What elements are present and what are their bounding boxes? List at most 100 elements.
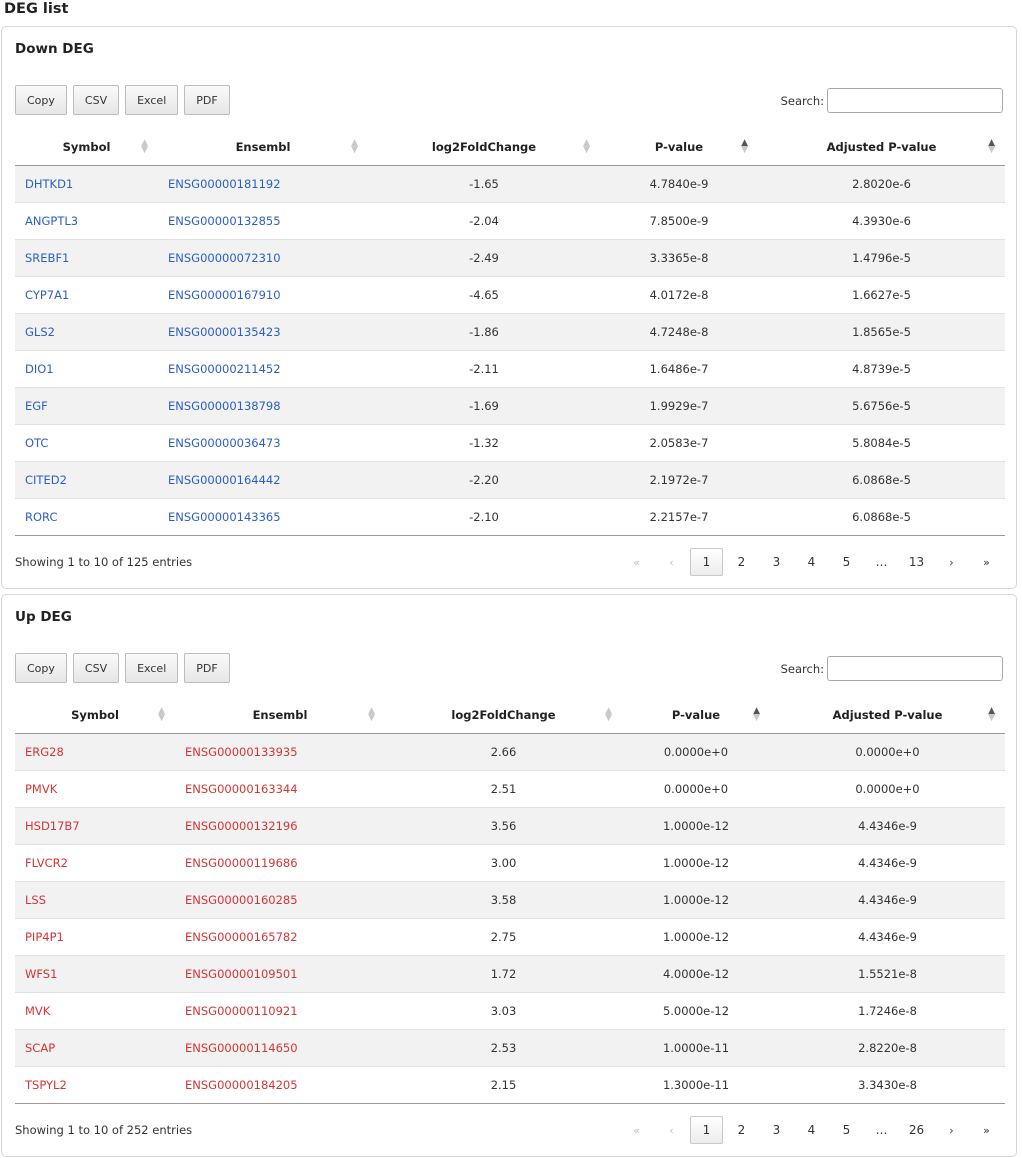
down-deg-panel: Down DEG Copy CSV Excel PDF Search: Symb…: [1, 26, 1017, 589]
cell-log2foldchange: 3.00: [385, 844, 622, 882]
export-buttons: Copy CSV Excel PDF: [15, 85, 230, 115]
header-adjusted-pvalue[interactable]: Adjusted P-value ▲ ▼: [758, 129, 1005, 166]
cell-ensembl[interactable]: ENSG00000110921: [175, 992, 385, 1030]
copy-button[interactable]: Copy: [15, 653, 67, 683]
cell-symbol[interactable]: PIP4P1: [15, 918, 175, 956]
cell-ensembl[interactable]: ENSG00000211452: [158, 350, 368, 388]
cell-log2foldchange: -1.69: [368, 387, 600, 425]
sort-asc-icon: ▲ ▼: [741, 138, 748, 155]
next-page-button[interactable]: ›: [935, 1116, 968, 1144]
cell-ensembl[interactable]: ENSG00000164442: [158, 461, 368, 499]
cell-ensembl[interactable]: ENSG00000160285: [175, 881, 385, 919]
header-adjusted-pvalue[interactable]: Adjusted P-value ▲ ▼: [770, 697, 1005, 734]
cell-ensembl[interactable]: ENSG00000138798: [158, 387, 368, 425]
search-input[interactable]: [827, 656, 1003, 681]
current-page-button[interactable]: 1: [690, 1116, 723, 1144]
last-page-button[interactable]: »: [970, 1116, 1003, 1144]
cell-ensembl[interactable]: ENSG00000135423: [158, 313, 368, 351]
csv-button[interactable]: CSV: [72, 85, 120, 115]
cell-symbol[interactable]: OTC: [15, 424, 158, 462]
page-button[interactable]: 26: [900, 1116, 933, 1144]
header-ensembl[interactable]: Ensembl ▲ ▼: [158, 129, 368, 166]
cell-ensembl[interactable]: ENSG00000163344: [175, 770, 385, 808]
cell-ensembl[interactable]: ENSG00000184205: [175, 1066, 385, 1104]
table-row: DHTKD1 ENSG00000181192 -1.65 4.7840e-9 2.802…: [15, 165, 1005, 203]
first-page-button[interactable]: «: [620, 1116, 653, 1144]
sort-asc-icon: ▲ ▼: [753, 706, 760, 723]
cell-symbol[interactable]: ERG28: [15, 733, 175, 771]
sort-icon: ▲ ▼: [158, 706, 165, 723]
cell-symbol[interactable]: DHTKD1: [15, 165, 158, 203]
search-input[interactable]: [827, 88, 1003, 113]
page-button[interactable]: 3: [760, 1116, 793, 1144]
cell-ensembl[interactable]: ENSG00000132855: [158, 202, 368, 240]
pdf-button[interactable]: PDF: [184, 85, 230, 115]
table-row: DIO1 ENSG00000211452 -2.11 1.6486e-7 4.8739e…: [15, 350, 1005, 388]
page-button[interactable]: 2: [725, 1116, 758, 1144]
header-pvalue[interactable]: P-value ▲ ▼: [600, 129, 758, 166]
cell-log2foldchange: -1.65: [368, 165, 600, 203]
excel-button[interactable]: Excel: [125, 653, 179, 683]
page-button[interactable]: 4: [795, 548, 828, 576]
cell-pvalue: 1.0000e-11: [622, 1029, 770, 1067]
first-page-button[interactable]: «: [620, 548, 653, 576]
cell-symbol[interactable]: LSS: [15, 881, 175, 919]
cell-symbol[interactable]: GLS2: [15, 313, 158, 351]
cell-symbol[interactable]: MVK: [15, 992, 175, 1030]
cell-ensembl[interactable]: ENSG00000133935: [175, 733, 385, 771]
cell-ensembl[interactable]: ENSG00000167910: [158, 276, 368, 314]
cell-ensembl[interactable]: ENSG00000036473: [158, 424, 368, 462]
pdf-button[interactable]: PDF: [184, 653, 230, 683]
sort-icon: ▲ ▼: [605, 706, 612, 723]
cell-symbol[interactable]: ANGPTL3: [15, 202, 158, 240]
previous-page-button[interactable]: ‹: [655, 548, 688, 576]
next-page-button[interactable]: ›: [935, 548, 968, 576]
cell-ensembl[interactable]: ENSG00000072310: [158, 239, 368, 277]
header-log2foldchange[interactable]: log2FoldChange ▲ ▼: [368, 129, 600, 166]
cell-adjusted-pvalue: 4.8739e-5: [758, 350, 1005, 388]
cell-symbol[interactable]: DIO1: [15, 350, 158, 388]
cell-ensembl[interactable]: ENSG00000109501: [175, 955, 385, 993]
cell-symbol[interactable]: PMVK: [15, 770, 175, 808]
cell-adjusted-pvalue: 5.6756e-5: [758, 387, 1005, 425]
cell-symbol[interactable]: FLVCR2: [15, 844, 175, 882]
cell-ensembl[interactable]: ENSG00000132196: [175, 807, 385, 845]
page-button[interactable]: 5: [830, 1116, 863, 1144]
page-button[interactable]: 3: [760, 548, 793, 576]
table-row: HSD17B7 ENSG00000132196 3.56 1.0000e-12 4.43…: [15, 807, 1005, 845]
cell-symbol[interactable]: WFS1: [15, 955, 175, 993]
cell-log2foldchange: -2.11: [368, 350, 600, 388]
cell-pvalue: 1.6486e-7: [600, 350, 758, 388]
cell-symbol[interactable]: EGF: [15, 387, 158, 425]
cell-ensembl[interactable]: ENSG00000143365: [158, 498, 368, 536]
cell-log2foldchange: 1.72: [385, 955, 622, 993]
previous-page-button[interactable]: ‹: [655, 1116, 688, 1144]
header-symbol[interactable]: Symbol ▲ ▼: [15, 129, 158, 166]
cell-symbol[interactable]: SREBF1: [15, 239, 158, 277]
export-buttons: Copy CSV Excel PDF: [15, 653, 230, 683]
cell-ensembl[interactable]: ENSG00000119686: [175, 844, 385, 882]
cell-ensembl[interactable]: ENSG00000114650: [175, 1029, 385, 1067]
csv-button[interactable]: CSV: [72, 653, 120, 683]
page-button[interactable]: 13: [900, 548, 933, 576]
current-page-button[interactable]: 1: [690, 548, 723, 576]
cell-symbol[interactable]: HSD17B7: [15, 807, 175, 845]
header-symbol[interactable]: Symbol ▲ ▼: [15, 697, 175, 734]
header-ensembl[interactable]: Ensembl ▲ ▼: [175, 697, 385, 734]
header-pvalue[interactable]: P-value ▲ ▼: [622, 697, 770, 734]
excel-button[interactable]: Excel: [125, 85, 179, 115]
header-log2foldchange[interactable]: log2FoldChange ▲ ▼: [385, 697, 622, 734]
cell-symbol[interactable]: SCAP: [15, 1029, 175, 1067]
cell-symbol[interactable]: RORC: [15, 498, 158, 536]
cell-ensembl[interactable]: ENSG00000165782: [175, 918, 385, 956]
page-button[interactable]: 2: [725, 548, 758, 576]
page-button[interactable]: 5: [830, 548, 863, 576]
cell-symbol[interactable]: CITED2: [15, 461, 158, 499]
cell-symbol[interactable]: TSPYL2: [15, 1066, 175, 1104]
cell-log2foldchange: 2.75: [385, 918, 622, 956]
cell-symbol[interactable]: CYP7A1: [15, 276, 158, 314]
last-page-button[interactable]: »: [970, 548, 1003, 576]
copy-button[interactable]: Copy: [15, 85, 67, 115]
page-button[interactable]: 4: [795, 1116, 828, 1144]
cell-ensembl[interactable]: ENSG00000181192: [158, 165, 368, 203]
